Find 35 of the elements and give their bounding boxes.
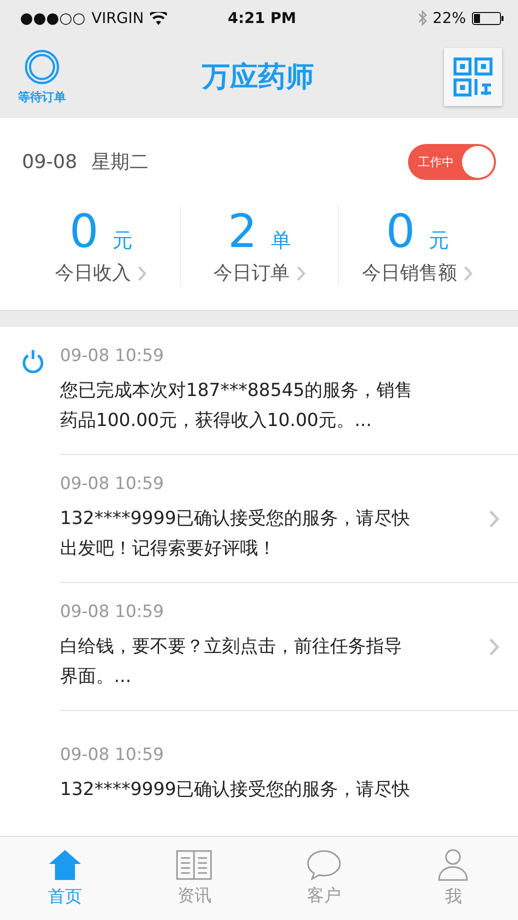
newspaper-icon [176, 850, 212, 880]
feed-item[interactable]: 09-08 10:59 132****9999已确认接受您的服务，请尽快出发吧！记得索要好评哦！ [0, 455, 518, 583]
bluetooth-icon [418, 10, 427, 26]
waiting-orders-label: 等待订单 [18, 88, 66, 106]
message-text: 132****9999已确认接受您的服务，请尽快 [60, 778, 412, 802]
message-time: 09-08 10:59 [60, 474, 165, 494]
message-text: 白给钱，要不要？立刻点击，前往任务指导界面。... [60, 634, 403, 688]
chevron-icon [296, 264, 306, 282]
message-time: 09-08 10:59 [60, 346, 165, 366]
battery-icon [472, 12, 504, 24]
message-time: 09-08 10:59 [60, 602, 165, 622]
stat-button[interactable]: 2 单 今日订单 [180, 206, 338, 286]
feed-item[interactable]: 09-08 10:59 132****9999已确认接受您的服务，请尽快 [0, 711, 518, 836]
feed-item[interactable]: 09-08 10:59 白给钱，要不要？立刻点击，前往任务指导界面。... [0, 583, 518, 711]
home-icon [48, 849, 82, 881]
wifi-icon [150, 12, 167, 24]
person-icon [437, 849, 470, 881]
message-text: 132****9999已确认接受您的服务，请尽快出发吧！记得索要好评哦！ [60, 506, 412, 560]
stat-button[interactable]: 0 元 今日销售额 [338, 206, 496, 286]
speech-bubble-icon [306, 850, 342, 880]
ring-icon [24, 48, 60, 84]
stat-button[interactable]: 0 元 今日收入 [22, 206, 180, 286]
chevron-icon [137, 264, 147, 282]
feed-item[interactable]: 09-08 10:59 您已完成本次对187***88545的服务，销售药品100.00元，获得收入10.00元。... [0, 327, 518, 455]
signal-dots: ●●●○○ [20, 9, 86, 27]
app-title: 万应药师 [200, 59, 315, 95]
carrier-name: VIRGIN [91, 9, 144, 27]
message-text: 您已完成本次对187***88545的服务，销售药品100.00元，获得收入10.00元。... [60, 378, 414, 432]
message-time: 09-08 10:59 [60, 745, 165, 765]
battery-percent: 22% [432, 9, 466, 27]
qr-code-button[interactable] [444, 48, 502, 106]
date-text: 09-08 星期二 [22, 150, 148, 175]
qr-code-icon [453, 57, 493, 97]
chevron-icon [463, 264, 473, 282]
clock-time: 4:21 PM [228, 9, 296, 27]
